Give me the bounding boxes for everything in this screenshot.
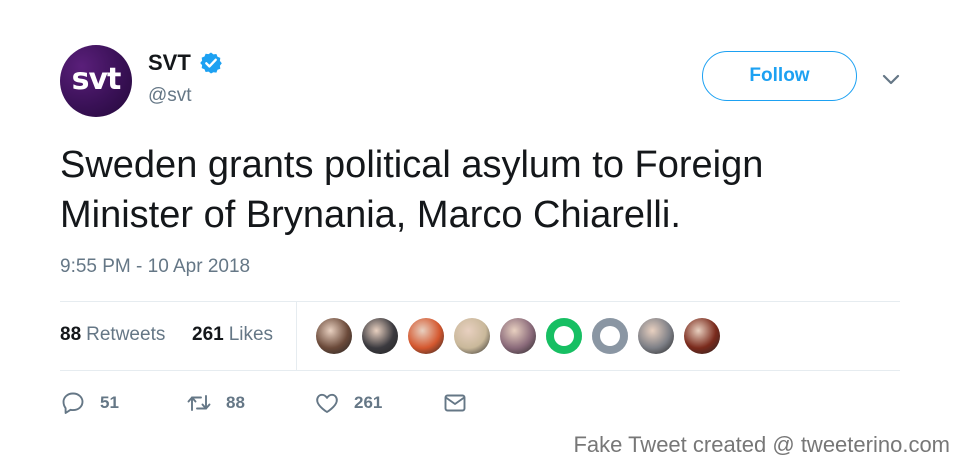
- liker-avatar[interactable]: [454, 318, 490, 354]
- like-count: 261: [354, 393, 383, 412]
- retweet-count: 88: [226, 393, 245, 412]
- reply-icon: [62, 392, 84, 414]
- verified-badge-icon: [199, 52, 222, 74]
- tweet-text-line-2: Minister of Brynania, Marco Chiarelli.: [60, 194, 681, 236]
- display-name[interactable]: SVT: [148, 50, 191, 76]
- liker-avatar[interactable]: [500, 318, 536, 354]
- retweets-stat[interactable]: 88 Retweets: [60, 324, 165, 346]
- like-button[interactable]: 261: [314, 390, 382, 416]
- watermark: Fake Tweet created @ tweeterino.com: [573, 432, 950, 457]
- retweet-button[interactable]: 88: [186, 390, 245, 416]
- timestamp[interactable]: 9:55 PM - 10 Apr 2018: [60, 256, 250, 278]
- retweet-icon: [187, 395, 211, 411]
- reply-count: 51: [100, 393, 119, 412]
- retweets-label: Retweets: [86, 324, 166, 345]
- tweet-text-line-1: Sweden grants political asylum to Foreig…: [60, 144, 764, 186]
- likes-stat[interactable]: 261 Likes: [192, 324, 273, 346]
- direct-message-button[interactable]: [442, 390, 468, 416]
- tweet-text: Sweden grants political asylum to Foreig…: [60, 140, 920, 240]
- author-name-row: SVT: [148, 50, 223, 76]
- liker-avatar[interactable]: [638, 318, 674, 354]
- follow-button[interactable]: Follow: [702, 51, 857, 101]
- action-bar: 51 88 261: [60, 390, 560, 420]
- liker-avatars: [316, 318, 730, 354]
- retweets-count: 88: [60, 324, 82, 345]
- avatar[interactable]: svt: [60, 45, 132, 117]
- likes-count: 261: [192, 324, 224, 345]
- stats-row: 88 Retweets 261 Likes: [60, 302, 900, 370]
- handle[interactable]: @svt: [148, 85, 192, 107]
- reply-button[interactable]: 51: [60, 390, 119, 416]
- liker-avatar[interactable]: [362, 318, 398, 354]
- likes-label: Likes: [228, 324, 274, 345]
- chevron-down-icon[interactable]: [880, 68, 902, 90]
- liker-avatar[interactable]: [546, 318, 582, 354]
- liker-avatar[interactable]: [592, 318, 628, 354]
- avatar-logo-text: svt: [71, 61, 122, 97]
- liker-avatar[interactable]: [684, 318, 720, 354]
- stats-separator: [296, 302, 297, 370]
- liker-avatar[interactable]: [316, 318, 352, 354]
- envelope-icon: [444, 394, 466, 412]
- heart-icon: [316, 393, 338, 413]
- liker-avatar[interactable]: [408, 318, 444, 354]
- divider-bottom: [60, 370, 900, 371]
